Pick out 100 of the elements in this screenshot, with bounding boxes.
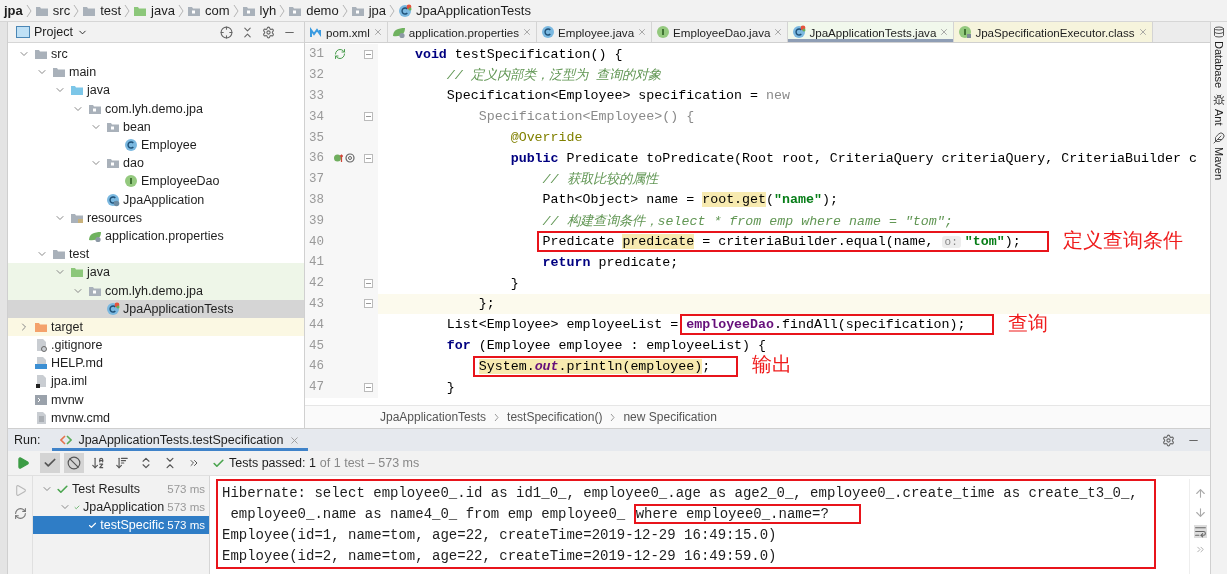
tree-item[interactable]: jpa.iml: [8, 372, 304, 391]
breadcrumb-item[interactable]: new Specification: [623, 410, 717, 424]
breadcrumb-item[interactable]: com: [186, 3, 230, 18]
at-sign-icon[interactable]: [345, 153, 355, 164]
tool-window-button[interactable]: Maven: [1213, 131, 1225, 180]
breadcrumb-item[interactable]: jpa: [350, 3, 387, 18]
editor-tab[interactable]: pom.xml: [305, 22, 388, 42]
run-label: Run:: [14, 433, 41, 447]
close-icon[interactable]: [522, 27, 533, 37]
more-icon[interactable]: [1194, 544, 1206, 555]
editor-tab[interactable]: application.properties: [387, 22, 538, 42]
chevron-icon: [124, 3, 131, 18]
test-result-row[interactable]: Test Results 573 ms: [33, 480, 209, 498]
settings-icon[interactable]: [262, 25, 275, 39]
breadcrumb-item[interactable]: JpaApplicationTests: [380, 410, 487, 424]
fold-marker-icon[interactable]: [364, 382, 373, 392]
tree-item[interactable]: java: [8, 81, 304, 100]
auto-test-icon[interactable]: [13, 507, 27, 520]
chevron-icon: [25, 3, 32, 18]
editor-tab[interactable]: EmployeeDao.java: [652, 22, 789, 42]
fold-marker-icon[interactable]: [364, 49, 373, 59]
folder-icon: [34, 47, 48, 62]
tree-item[interactable]: bean: [8, 117, 304, 136]
tree-item[interactable]: application.properties: [8, 226, 304, 246]
editor-tab[interactable]: JpaApplicationTests.java: [788, 22, 955, 42]
tree-item[interactable]: Employee: [8, 135, 304, 155]
editor-tab[interactable]: JpaSpecificationExecutor.class: [954, 22, 1153, 42]
test-result-row[interactable]: JpaApplication 573 ms: [33, 498, 209, 516]
tree-item[interactable]: resources: [8, 208, 304, 227]
soft-wrap-icon[interactable]: [1193, 525, 1207, 538]
status-detail: of 1 test – 573 ms: [319, 456, 420, 470]
show-ignored-button[interactable]: [64, 453, 84, 473]
breadcrumb-item[interactable]: testSpecification(): [507, 410, 603, 424]
tree-item[interactable]: main: [8, 63, 304, 82]
editor-tab[interactable]: Employee.java: [537, 22, 653, 42]
breadcrumb-item[interactable]: demo: [288, 3, 339, 18]
tool-window-button[interactable]: Database: [1213, 26, 1225, 89]
tree-item[interactable]: java: [8, 263, 304, 282]
tree-item[interactable]: test: [8, 245, 304, 264]
breadcrumb-item[interactable]: src: [34, 3, 71, 18]
tool-window-button[interactable]: Ant: [1213, 94, 1225, 126]
scroll-up-icon[interactable]: [1193, 487, 1207, 500]
test-result-row[interactable]: testSpecific 573 ms: [33, 516, 209, 534]
breadcrumb-item[interactable]: java: [133, 3, 175, 18]
check-icon: [56, 482, 69, 496]
tree-item[interactable]: HELP.md: [8, 354, 304, 373]
file-icon: [34, 374, 48, 389]
sort-icon: [115, 456, 129, 470]
tree-item[interactable]: mvnw: [8, 390, 304, 409]
close-icon[interactable]: [1137, 27, 1148, 37]
fold-marker-icon[interactable]: [364, 278, 373, 288]
breadcrumb-item[interactable]: JpaApplicationTests: [398, 3, 531, 18]
chevron-icon: [389, 3, 396, 18]
run-tab[interactable]: JpaApplicationTests.testSpecification: [52, 429, 309, 451]
close-icon[interactable]: [289, 434, 301, 446]
double-chevron-icon: [188, 457, 200, 469]
breadcrumb-item[interactable]: jpa: [4, 3, 23, 18]
tree-item[interactable]: JpaApplication: [8, 190, 304, 209]
tree-item[interactable]: com.lyh.demo.jpa: [8, 99, 304, 118]
fold-marker-icon[interactable]: [364, 299, 373, 309]
file-icon: [34, 338, 48, 353]
console-line: Hibernate: select employee0_.id as id1_0_, employee0_.age as age2_0_, employee0_.create_time as create_t3_0_,: [222, 484, 1138, 501]
duration-text: 573 ms: [167, 483, 205, 495]
collapse-icon[interactable]: [241, 25, 254, 39]
code-text: }: [446, 379, 455, 395]
locate-icon[interactable]: [220, 25, 233, 39]
line-number: 37: [308, 172, 324, 187]
text-file-icon: [34, 410, 48, 425]
breadcrumb-item[interactable]: test: [82, 3, 122, 18]
chevron-icon: [177, 3, 184, 18]
tree-item[interactable]: .gitignore: [8, 336, 304, 355]
fold-marker-icon[interactable]: [364, 112, 373, 122]
scroll-down-icon[interactable]: [1193, 506, 1207, 519]
breadcrumb-item[interactable]: lyh: [241, 3, 277, 18]
close-icon[interactable]: [773, 27, 784, 37]
implements-icon[interactable]: [334, 152, 343, 165]
tree-item[interactable]: src: [8, 45, 304, 64]
fold-marker-icon[interactable]: [364, 153, 373, 163]
tree-item[interactable]: mvnw.cmd: [8, 408, 304, 427]
code-text: Specification<Employee>() {: [478, 109, 695, 125]
run-icon[interactable]: [16, 456, 30, 470]
ban-icon: [67, 456, 81, 470]
tree-item[interactable]: dao: [8, 154, 304, 173]
line-number: 45: [308, 338, 324, 353]
close-icon[interactable]: [372, 27, 383, 37]
close-icon[interactable]: [939, 27, 950, 37]
show-passed-button[interactable]: [40, 453, 60, 473]
run-icon[interactable]: [334, 48, 346, 61]
code-text: for (Employee employee : employeeList) {: [446, 338, 767, 354]
close-icon[interactable]: [637, 27, 648, 37]
rerun-failed-icon[interactable]: [13, 484, 27, 497]
class-icon: [106, 192, 120, 207]
settings-icon[interactable]: [1162, 433, 1175, 447]
annotation-label: 定义查询条件: [1062, 226, 1183, 254]
line-number: 31: [308, 47, 324, 62]
tree-item[interactable]: com.lyh.demo.jpa: [8, 281, 304, 300]
code-text: void testSpecification() {: [414, 46, 623, 62]
tree-item[interactable]: EmployeeDao: [8, 172, 304, 191]
line-number: 46: [308, 359, 324, 374]
line-number: 32: [308, 68, 324, 83]
